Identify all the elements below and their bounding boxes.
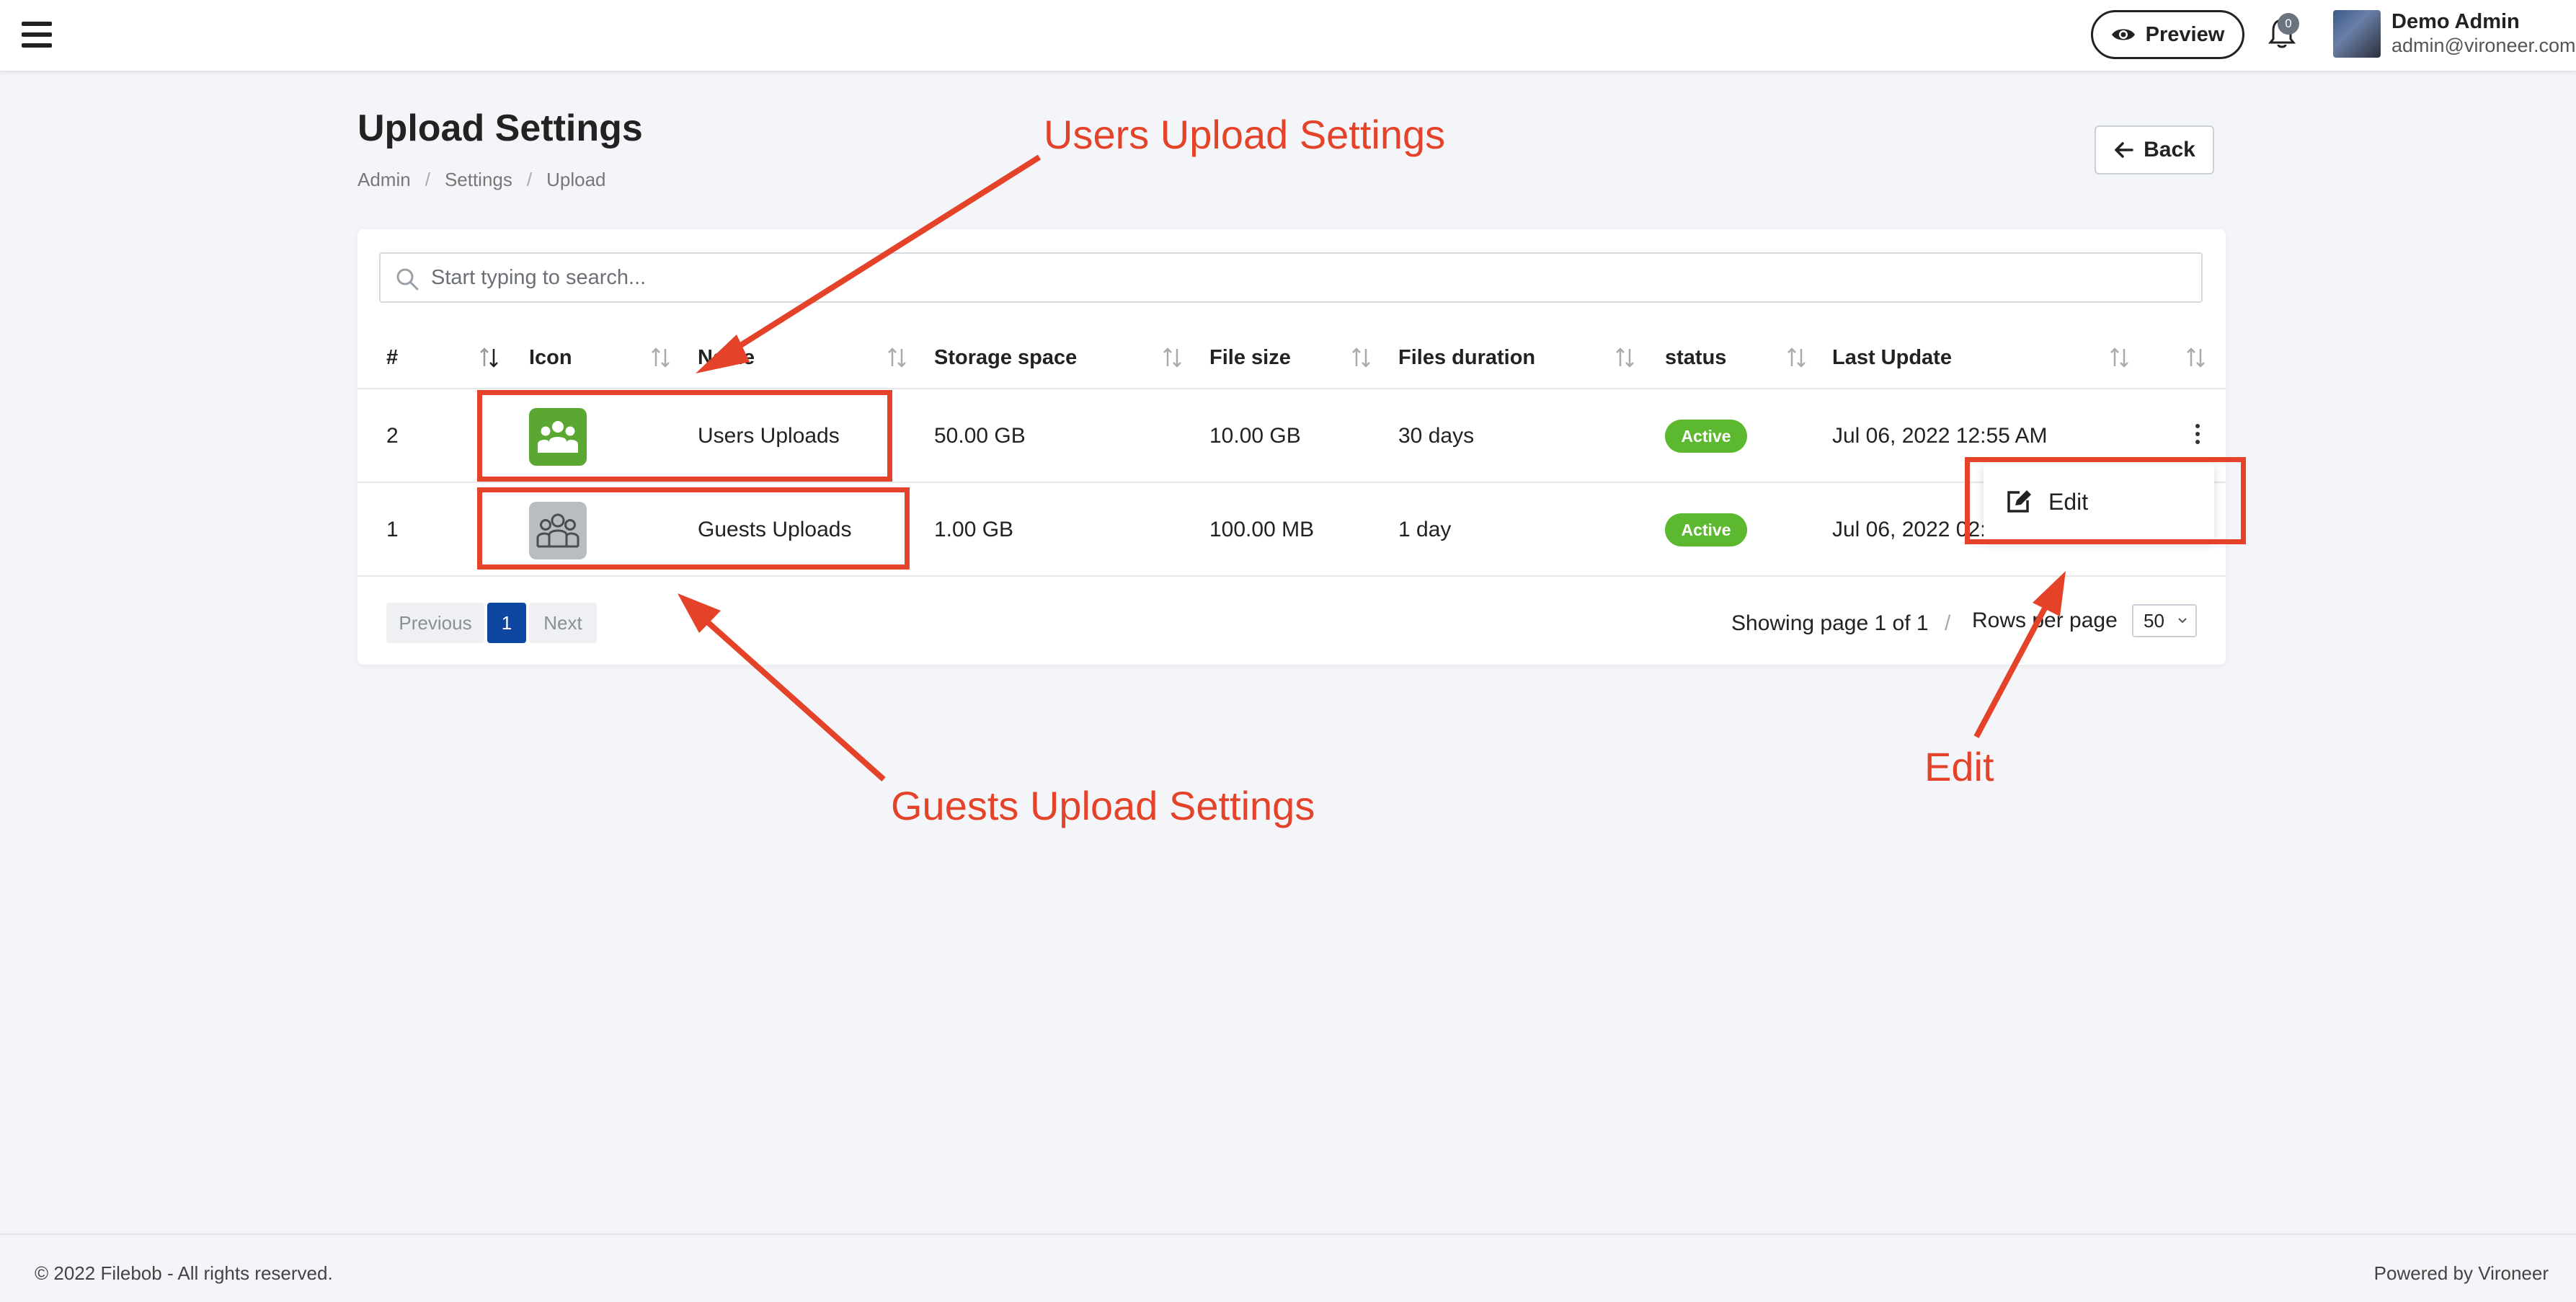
row-storage: 1.00 GB xyxy=(934,518,1014,541)
row-file-size: 10.00 GB xyxy=(1209,424,1301,448)
sort-active-icon[interactable] xyxy=(479,346,500,371)
eye-icon xyxy=(2111,29,2135,40)
edit-annotation-box xyxy=(1965,457,2246,544)
table-header: # Icon Name Storage space File size File… xyxy=(357,327,2226,389)
rows-per-page-value: 50 xyxy=(2144,609,2164,632)
column-header-duration[interactable]: Files duration xyxy=(1398,346,1535,370)
column-header-last-update[interactable]: Last Update xyxy=(1832,346,1952,370)
sort-icon[interactable] xyxy=(1786,346,1808,371)
next-page-button[interactable]: Next xyxy=(529,603,597,643)
edit-annotation-label: Edit xyxy=(1924,744,1994,789)
row-file-size: 100.00 MB xyxy=(1209,518,1315,541)
notification-count-badge: 0 xyxy=(2278,13,2299,35)
rows-per-page-label: Rows per page xyxy=(1972,608,2118,632)
rows-per-page-select[interactable]: 50 xyxy=(2132,604,2197,637)
page-info: Showing page 1 of 1 xyxy=(1731,611,1929,635)
breadcrumb-upload: Upload xyxy=(546,169,606,190)
copyright-text: © 2022 Filebob - All rights reserved. xyxy=(35,1262,333,1284)
page-title: Upload Settings xyxy=(357,107,643,149)
row-duration: 1 day xyxy=(1398,518,1452,541)
user-email: admin@vironeer.com xyxy=(2391,35,2576,56)
column-header-name[interactable]: Name xyxy=(698,346,755,370)
back-button[interactable]: Back xyxy=(2095,125,2214,174)
sort-icon[interactable] xyxy=(1162,346,1183,371)
status-badge: Active xyxy=(1665,420,1747,453)
guests-annotation-box xyxy=(477,487,910,570)
top-bar: Preview 0 Demo Admin admin@vironeer.com xyxy=(0,0,2576,72)
breadcrumb-admin[interactable]: Admin xyxy=(357,169,411,191)
breadcrumb-separator: / xyxy=(526,169,533,190)
guests-annotation-label: Guests Upload Settings xyxy=(891,783,1315,828)
column-header-status[interactable]: status xyxy=(1665,346,1726,370)
footer: © 2022 Filebob - All rights reserved. Po… xyxy=(0,1234,2576,1302)
search-icon xyxy=(396,268,419,291)
row-storage: 50.00 GB xyxy=(934,424,1026,448)
more-options-icon[interactable] xyxy=(2193,424,2202,448)
preview-label: Preview xyxy=(2145,22,2225,46)
sort-icon[interactable] xyxy=(887,346,908,371)
row-last-update: Jul 06, 2022 02: xyxy=(1832,518,1986,541)
column-header-icon[interactable]: Icon xyxy=(529,346,572,370)
users-annotation-label: Users Upload Settings xyxy=(1044,112,1446,157)
user-name[interactable]: Demo Admin xyxy=(2391,10,2520,34)
column-header-storage[interactable]: Storage space xyxy=(934,346,1077,370)
search-box[interactable] xyxy=(379,252,2203,303)
row-id: 2 xyxy=(386,424,399,448)
chevron-down-icon xyxy=(2178,618,2187,624)
back-label: Back xyxy=(2144,138,2195,161)
row-last-update: Jul 06, 2022 12:55 AM xyxy=(1832,424,2048,448)
column-header-id[interactable]: # xyxy=(386,346,398,370)
previous-page-button[interactable]: Previous xyxy=(386,603,484,643)
page-1-button[interactable]: 1 xyxy=(487,603,526,643)
row-id: 1 xyxy=(386,518,399,541)
sort-icon[interactable] xyxy=(2109,346,2131,371)
users-annotation-box xyxy=(477,390,892,482)
avatar[interactable] xyxy=(2333,10,2381,58)
column-header-file-size[interactable]: File size xyxy=(1209,346,1291,370)
sort-icon[interactable] xyxy=(1351,346,1372,371)
arrow-left-icon xyxy=(2115,142,2133,158)
page-info-separator: / xyxy=(1945,611,1951,635)
hamburger-menu-icon[interactable] xyxy=(22,22,52,48)
preview-button[interactable]: Preview xyxy=(2091,10,2244,59)
sort-icon[interactable] xyxy=(2185,346,2207,371)
pagination: Previous 1 Next xyxy=(386,603,597,643)
search-input[interactable] xyxy=(431,254,2190,301)
row-duration: 30 days xyxy=(1398,424,1475,448)
status-badge: Active xyxy=(1665,513,1747,546)
sort-icon[interactable] xyxy=(650,346,672,371)
breadcrumb: Admin / Settings / Upload xyxy=(357,169,606,191)
sort-icon[interactable] xyxy=(1615,346,1636,371)
breadcrumb-settings[interactable]: Settings xyxy=(445,169,512,191)
breadcrumb-separator: / xyxy=(425,169,430,190)
powered-by-text: Powered by Vironeer xyxy=(2373,1262,2549,1284)
